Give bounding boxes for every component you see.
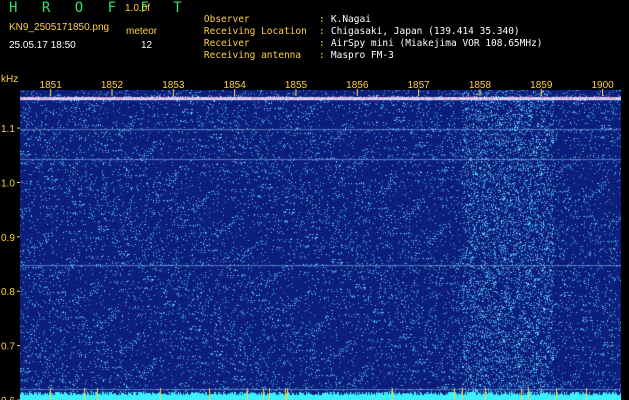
y-tick-label: 0.6 — [1, 396, 15, 400]
y-tick-label: 1.0 — [1, 178, 15, 189]
hrofft-window: H R O F F T 1.0.0f KN9_2505171850.png 25… — [0, 0, 629, 400]
y-axis: 1.1 1.0 0.9 0.8 0.7 0.6 — [1, 124, 20, 400]
y-tick-label: 1.1 — [1, 124, 15, 135]
chart-axes: 1.1 1.0 0.9 0.8 0.7 0.6 185118521853185418551… — [1, 74, 614, 400]
y-tick-label: 0.7 — [1, 342, 15, 353]
y-tick-label: 0.8 — [1, 287, 15, 298]
x-axis: 1851 1852 1853 1854 1855 1856 1857 1858 1859 1900 — [40, 80, 614, 96]
y-axis-label: kHz — [1, 74, 18, 85]
y-tick-label: 0.9 — [1, 233, 15, 244]
